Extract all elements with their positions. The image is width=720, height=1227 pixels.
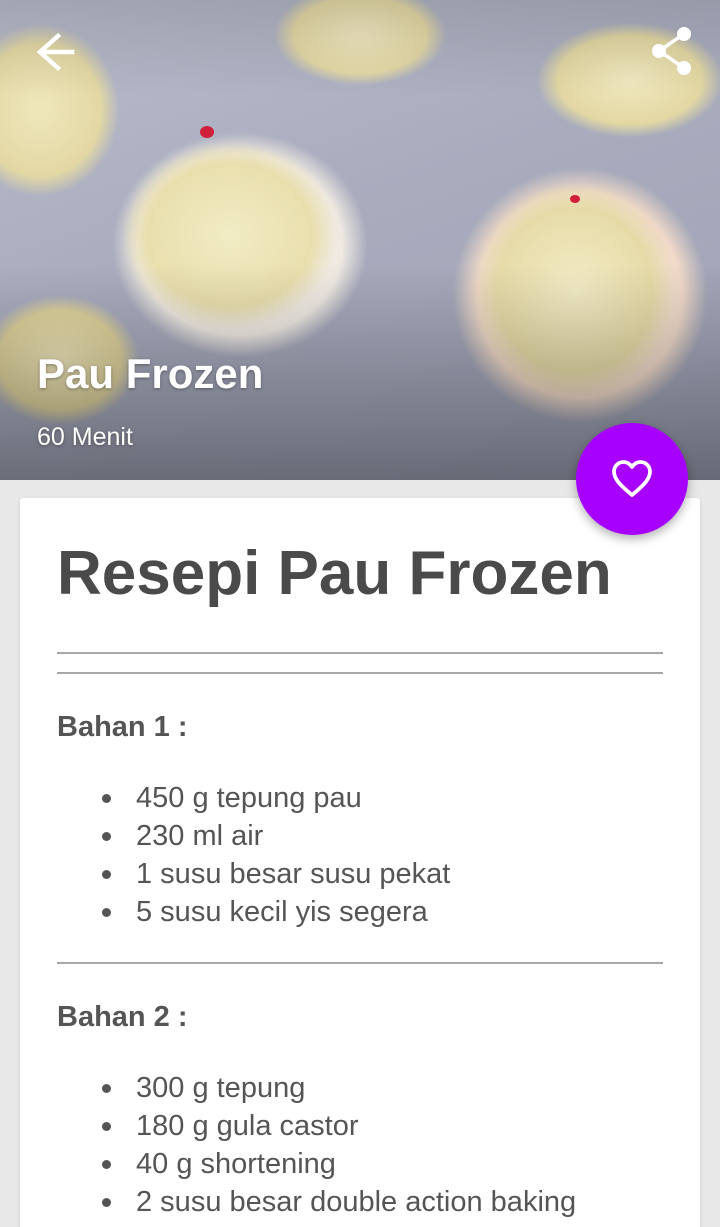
cook-time: 60 Menit xyxy=(37,423,133,451)
ingredient-text: 1 susu besar susu pekat xyxy=(136,858,451,890)
hero-title: Pau Frozen xyxy=(37,350,264,397)
bullet-icon xyxy=(102,908,111,917)
recipe-title: Resepi Pau Frozen xyxy=(57,539,612,608)
ingredient-list: 300 g tepung 180 g gula castor 40 g shor… xyxy=(102,1069,576,1221)
arrow-back-icon xyxy=(36,32,75,72)
divider xyxy=(57,962,663,964)
list-item: 450 g tepung pau xyxy=(102,779,450,817)
recipe-hero-image: Pau Frozen 60 Menit xyxy=(0,0,720,480)
list-item: 1 susu besar susu pekat xyxy=(102,855,450,893)
ingredient-text: 300 g tepung xyxy=(136,1072,306,1104)
ingredient-text: 180 g gula castor xyxy=(136,1110,359,1142)
divider xyxy=(57,672,663,674)
ingredient-text: 230 ml air xyxy=(136,820,264,852)
section-heading: Bahan 1 : xyxy=(57,711,188,743)
hero-gradient-overlay xyxy=(0,0,720,480)
ingredient-text: 450 g tepung pau xyxy=(136,782,362,814)
share-icon xyxy=(652,27,691,75)
list-item: 5 susu kecil yis segera xyxy=(102,893,450,931)
heart-outline-icon xyxy=(612,460,652,497)
bullet-icon xyxy=(102,1198,111,1207)
list-item: 40 g shortening xyxy=(102,1145,576,1183)
ingredient-text: 40 g shortening xyxy=(136,1148,336,1180)
bullet-icon xyxy=(102,794,111,803)
list-item: 180 g gula castor xyxy=(102,1107,576,1145)
divider xyxy=(57,652,663,654)
ingredient-text: 5 susu kecil yis segera xyxy=(136,896,428,928)
ingredient-text: 2 susu besar double action baking xyxy=(136,1186,577,1218)
share-button[interactable] xyxy=(646,24,700,78)
ingredient-list: 450 g tepung pau 230 ml air 1 susu besar… xyxy=(102,779,450,931)
bullet-icon xyxy=(102,870,111,879)
bullet-icon xyxy=(102,1084,111,1093)
section-heading: Bahan 2 : xyxy=(57,1001,188,1033)
list-item: 300 g tepung xyxy=(102,1069,576,1107)
list-item: 230 ml air xyxy=(102,817,450,855)
bullet-icon xyxy=(102,1122,111,1131)
favorite-button[interactable] xyxy=(576,423,688,535)
list-item: 2 susu besar double action baking xyxy=(102,1183,576,1221)
back-button[interactable] xyxy=(28,28,84,76)
bullet-icon xyxy=(102,1160,111,1169)
bullet-icon xyxy=(102,832,111,841)
recipe-card: Resepi Pau Frozen Bahan 1 : 450 g tepung… xyxy=(20,498,700,1227)
